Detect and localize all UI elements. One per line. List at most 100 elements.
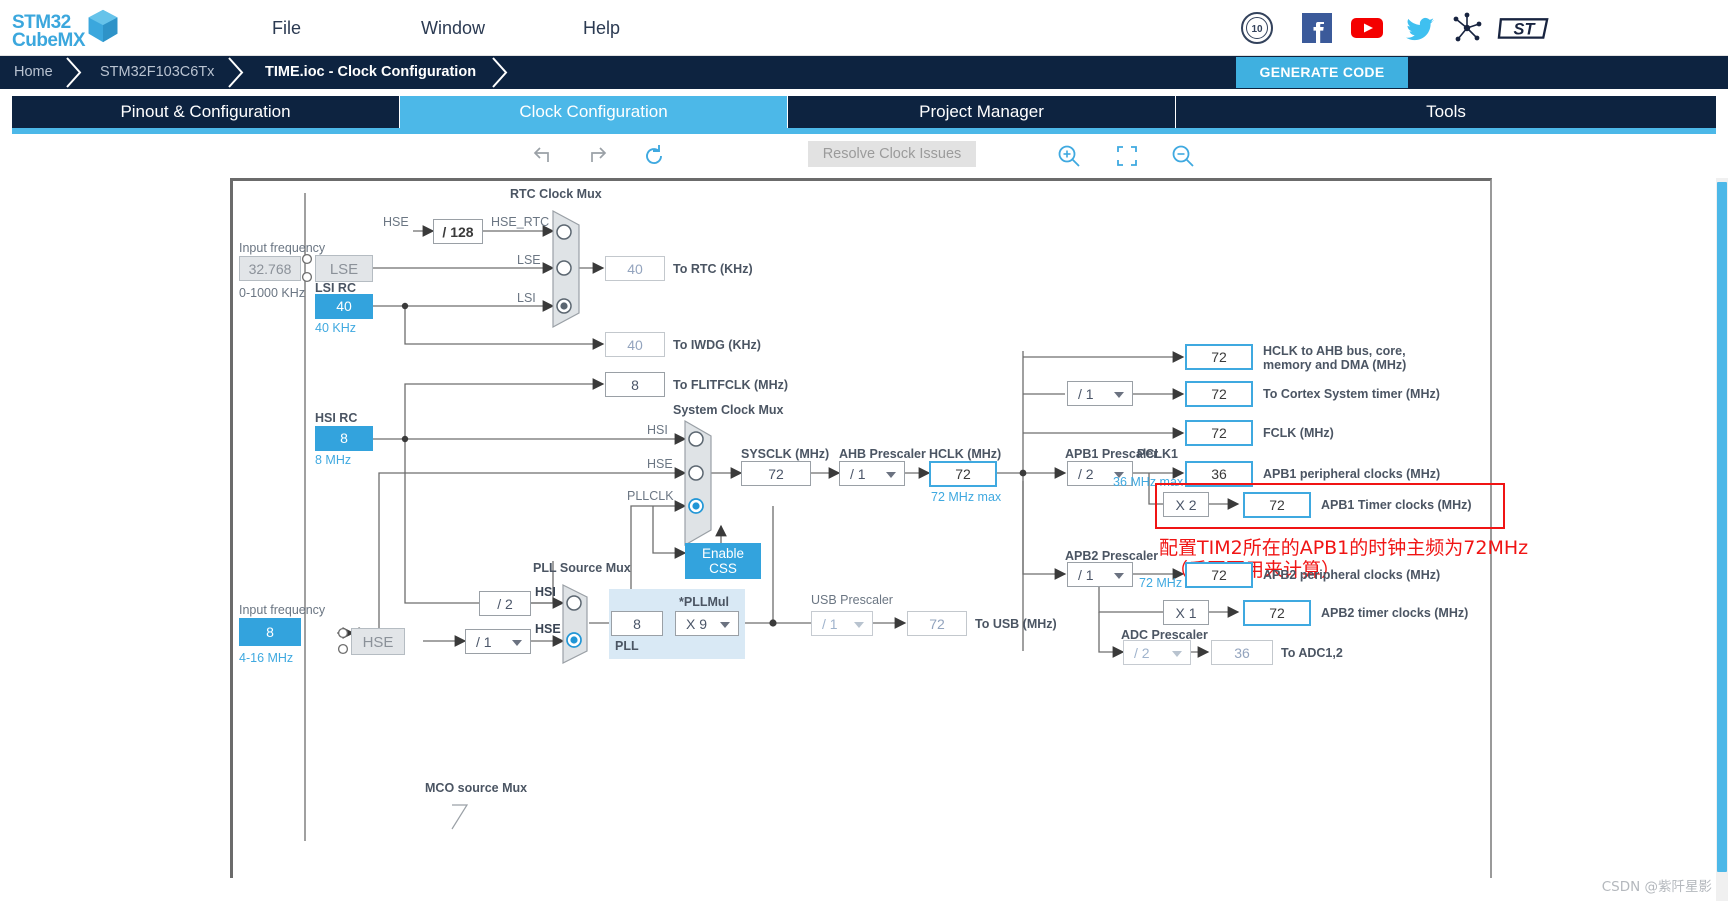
lse-input-frequency-field[interactable]: 32.768: [239, 256, 301, 281]
mco-source-mux[interactable]: [449, 801, 471, 831]
to-flitfclk-value: 8: [605, 372, 665, 397]
hse-range-label: 4-16 MHz: [239, 651, 294, 665]
lsi-rc-title: LSI RC: [315, 281, 356, 295]
lse-input-frequency-label: Input frequency: [239, 241, 326, 255]
st-logo-icon[interactable]: ST: [1497, 11, 1551, 45]
pll-source-mux-radio-hsi[interactable]: [565, 594, 583, 612]
to-adc-value: 36: [1211, 640, 1273, 665]
hse-prescaler-dropdown[interactable]: / 1: [465, 629, 531, 654]
stm32cubemx-logo: STM32 CubeMX: [12, 6, 182, 52]
hse-div128-box[interactable]: / 128: [433, 219, 483, 244]
fclk-label: FCLK (MHz): [1263, 426, 1334, 440]
twitter-icon[interactable]: [1403, 11, 1437, 45]
hse-rtc-label: HSE_RTC: [491, 215, 550, 229]
rtc-mux-radio-lse[interactable]: [555, 259, 573, 277]
sysclk-mux-radio-pllclk-selected[interactable]: [687, 497, 705, 515]
tab-clock-configuration[interactable]: Clock Configuration: [400, 96, 788, 128]
pll-mux-input-hsi-label: HSI: [535, 585, 556, 599]
hse-input-frequency-label: Input frequency: [239, 603, 326, 617]
resolve-clock-issues-button[interactable]: Resolve Clock Issues: [808, 141, 976, 167]
sysclk-mux-radio-hsi[interactable]: [687, 430, 705, 448]
tab-tools[interactable]: Tools: [1176, 96, 1716, 128]
apb2-prescaler-value: / 1: [1078, 567, 1094, 583]
pll-panel-label: PLL: [615, 639, 639, 653]
facebook-icon[interactable]: [1300, 11, 1334, 45]
hclk-label: HCLK (MHz): [929, 447, 1002, 461]
mco-source-mux-title: MCO source Mux: [425, 781, 528, 795]
pll-source-mux-radio-hse-selected[interactable]: [565, 631, 583, 649]
menu-window[interactable]: Window: [421, 0, 485, 56]
main-tab-bar: Pinout & Configuration Clock Configurati…: [12, 96, 1716, 128]
apb2-peripheral-label: APB2 peripheral clocks (MHz): [1263, 568, 1441, 582]
menu-help[interactable]: Help: [583, 0, 620, 56]
hclk-ahb-output-value: 72: [1185, 344, 1253, 370]
chevron-down-icon-8: [1172, 650, 1182, 657]
apb2-timer-multiplier[interactable]: X 1: [1163, 600, 1209, 625]
anniversary-10-icon[interactable]: 10: [1240, 11, 1274, 45]
breadcrumb-chevron-icon-3: [492, 57, 508, 88]
clock-wires: [301, 193, 1240, 841]
pll-hsi-div2-box[interactable]: / 2: [479, 591, 531, 616]
to-iwdg-label: To IWDG (KHz): [673, 338, 761, 352]
generate-code-button[interactable]: GENERATE CODE: [1236, 57, 1408, 88]
apb1-max-label: 36 MHz max: [1113, 475, 1184, 489]
redo-icon[interactable]: [584, 142, 612, 170]
sysclk-mux-input-hsi-label: HSI: [647, 423, 668, 437]
hsi-unit-label: 8 MHz: [315, 453, 352, 467]
pllmul-dropdown[interactable]: X 9: [675, 611, 739, 636]
diagram-toolbar: Resolve Clock Issues: [0, 134, 1728, 178]
pll-source-mux-title: PLL Source Mux: [533, 561, 631, 575]
breadcrumb-mcu[interactable]: STM32F103C6Tx: [100, 56, 214, 89]
share-network-icon[interactable]: [1450, 11, 1484, 45]
hclk-ahb-output-label-2: memory and DMA (MHz): [1263, 358, 1407, 372]
undo-icon[interactable]: [528, 142, 556, 170]
zoom-out-icon[interactable]: [1170, 142, 1196, 170]
apb1-prescaler-value: / 2: [1078, 466, 1094, 482]
pclk1-label: PCLK1: [1137, 447, 1178, 461]
sysclk-value: 72: [741, 461, 811, 486]
to-flitfclk-label: To FLITFCLK (MHz): [673, 378, 789, 392]
pllmul-value: X 9: [686, 616, 708, 632]
apb1-timer-multiplier[interactable]: X 2: [1163, 492, 1209, 517]
breadcrumb-home[interactable]: Home: [14, 56, 53, 89]
cortex-prescaler-dropdown[interactable]: / 1: [1067, 381, 1133, 406]
apb2-prescaler-dropdown[interactable]: / 1: [1067, 562, 1133, 587]
sysclk-mux-radio-hse[interactable]: [687, 464, 705, 482]
hse-div128-input-label: HSE: [383, 215, 409, 229]
to-rtc-label: To RTC (KHz): [673, 262, 753, 276]
fit-to-screen-icon[interactable]: [1114, 142, 1140, 170]
ahb-prescaler-value: / 1: [850, 466, 866, 482]
rtc-mux-radio-hse[interactable]: [555, 223, 573, 241]
reset-icon[interactable]: [640, 142, 668, 170]
lse-oscillator-box[interactable]: LSE: [315, 255, 373, 282]
sysclk-label: SYSCLK (MHz): [741, 447, 830, 461]
adc-prescaler-dropdown[interactable]: / 2: [1123, 640, 1191, 665]
svg-text:ST: ST: [1514, 21, 1537, 39]
tab-pinout-configuration[interactable]: Pinout & Configuration: [12, 96, 400, 128]
hclk-value: 72: [929, 461, 997, 487]
hse-oscillator-box[interactable]: HSE: [351, 628, 405, 655]
tab-project-manager[interactable]: Project Manager: [788, 96, 1176, 128]
to-usb-label: To USB (MHz): [975, 617, 1057, 631]
menu-file[interactable]: File: [272, 0, 301, 56]
zoom-in-icon[interactable]: [1056, 142, 1082, 170]
rtc-mux-radio-lsi-selected[interactable]: [555, 297, 573, 315]
enable-css-button[interactable]: Enable CSS: [685, 543, 761, 579]
ahb-prescaler-label: AHB Prescaler: [839, 447, 926, 461]
pll-mux-input-hse-label: HSE: [535, 622, 561, 636]
hsi-value-field[interactable]: 8: [315, 426, 373, 451]
system-clock-mux-title: System Clock Mux: [673, 403, 784, 417]
rtc-mux-input-lse-label: LSE: [517, 253, 541, 267]
lsi-value-field[interactable]: 40: [315, 294, 373, 319]
usb-prescaler-dropdown[interactable]: / 1: [811, 611, 873, 636]
youtube-icon[interactable]: [1350, 11, 1384, 45]
vertical-scrollbar-thumb[interactable]: [1717, 182, 1727, 872]
breadcrumb-chevron-icon-2: [228, 57, 244, 88]
to-rtc-value: 40: [605, 256, 665, 281]
usb-prescaler-value: / 1: [822, 616, 838, 632]
hse-input-frequency-field[interactable]: 8: [239, 618, 301, 646]
ahb-prescaler-dropdown[interactable]: / 1: [839, 461, 905, 486]
lsi-unit-label: 40 KHz: [315, 321, 356, 335]
clock-diagram-canvas[interactable]: Input frequency 32.768 0-1000 KHz LSE LS…: [0, 178, 1716, 901]
apb1-peripheral-value: 36: [1185, 461, 1253, 487]
